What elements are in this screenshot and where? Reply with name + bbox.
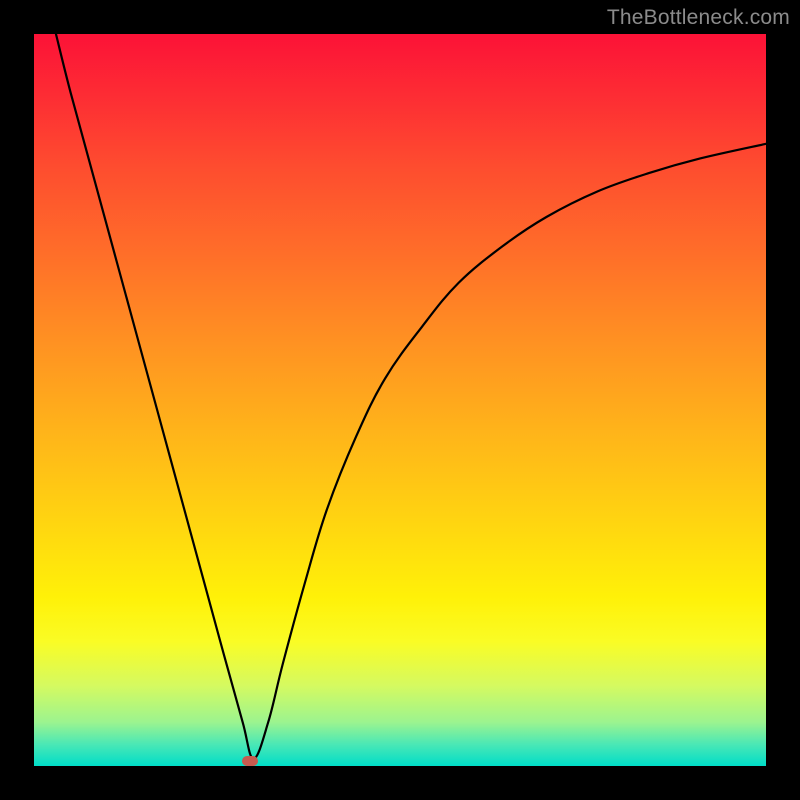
watermark-text: TheBottleneck.com: [607, 6, 790, 30]
optimum-marker: [242, 756, 258, 766]
plot-area: [34, 34, 766, 766]
bottleneck-curve: [34, 34, 766, 766]
chart-frame: TheBottleneck.com: [0, 0, 800, 800]
